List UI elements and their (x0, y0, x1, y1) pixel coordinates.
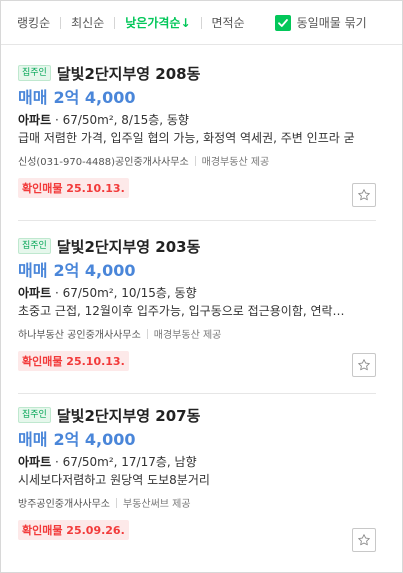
listing-spec: 아파트 · 67/50m², 8/15층, 동향 (18, 112, 376, 129)
listing-title[interactable]: 달빛2단지부영 203동 (57, 236, 201, 257)
agent-info: 방주공인중개사사무소 부동산써브 제공 (18, 495, 376, 510)
listing-price: 매매 2억 4,000 (18, 429, 376, 451)
divider (194, 155, 196, 166)
confirmed-badge: 확인매물 25.09.26. (18, 520, 129, 540)
agent-name: 하나부동산 공인중개사사무소 (18, 330, 141, 341)
agent-info: 하나부동산 공인중개사사무소 매경부동산 제공 (18, 326, 376, 341)
divider (200, 16, 202, 29)
property-type: 아파트 (18, 286, 52, 300)
deal-type: 매매 (18, 261, 48, 280)
listing-title[interactable]: 달빛2단지부영 208동 (57, 63, 201, 84)
owner-badge: 집주인 (18, 407, 51, 423)
spec-detail: · 67/50m², 8/15층, 동향 (51, 113, 189, 127)
price-value: 2억 4,000 (53, 88, 136, 107)
agent-name: 방주공인중개사사무소 (18, 499, 110, 510)
star-icon (358, 189, 370, 201)
group-same-listing-toggle[interactable]: 동일매물 묶기 (274, 14, 367, 31)
price-value: 2억 4,000 (53, 430, 136, 449)
star-icon (358, 534, 370, 546)
star-icon (358, 359, 370, 371)
listing-item[interactable]: 집주인 달빛2단지부영 208동 매매 2억 4,000 아파트 · 67/50m… (18, 63, 376, 221)
favorite-button[interactable] (352, 353, 376, 377)
spec-detail: · 67/50m², 17/17층, 남향 (51, 455, 197, 469)
owner-badge: 집주인 (18, 238, 51, 254)
spec-detail: · 67/50m², 10/15층, 동향 (51, 286, 197, 300)
confirmed-badge: 확인매물 25.10.13. (18, 178, 129, 198)
divider (146, 328, 148, 339)
toggle-label: 동일매물 묶기 (296, 16, 367, 30)
deal-type: 매매 (18, 88, 48, 107)
listing-spec: 아파트 · 67/50m², 17/17층, 남향 (18, 454, 376, 471)
favorite-button[interactable] (352, 528, 376, 552)
deal-type: 매매 (18, 430, 48, 449)
favorite-button[interactable] (352, 183, 376, 207)
agent-name: 신성(031-970-4488)공인중개사사무소 (18, 157, 189, 168)
sort-bar: 랭킹순 최신순 낮은가격순↓ 면적순 동일매물 묶기 (1, 1, 402, 45)
listing-price: 매매 2억 4,000 (18, 260, 376, 282)
listing-item[interactable]: 집주인 달빛2단지부영 207동 매매 2억 4,000 아파트 · 67/50m… (18, 405, 376, 563)
listing-spec: 아파트 · 67/50m², 10/15층, 동향 (18, 285, 376, 302)
divider (114, 16, 116, 29)
property-type: 아파트 (18, 455, 52, 469)
listing-description: 급매 저렴한 가격, 입주일 협의 가능, 화정역 역세권, 주변 인프라 굳 (18, 131, 355, 145)
listing-price: 매매 2억 4,000 (18, 87, 376, 109)
owner-badge: 집주인 (18, 65, 51, 81)
sort-latest[interactable]: 최신순 (71, 14, 104, 31)
listing-title[interactable]: 달빛2단지부영 207동 (57, 405, 201, 426)
divider (60, 16, 62, 29)
sort-area[interactable]: 면적순 (212, 14, 245, 31)
listing-description: 초중고 근접, 12월이후 입주가능, 입구동으로 접근용이함, 연락… (18, 304, 345, 318)
provider: 매경부동산 제공 (153, 330, 222, 341)
checkbox-checked-icon[interactable] (274, 14, 291, 31)
listing-description: 시세보다저렴하고 원당역 도보8분거리 (18, 473, 210, 487)
sort-ranking[interactable]: 랭킹순 (17, 14, 50, 31)
divider (116, 497, 117, 508)
agent-info: 신성(031-970-4488)공인중개사사무소 매경부동산 제공 (18, 153, 376, 168)
provider: 부동산써브 제공 (123, 499, 191, 510)
property-type: 아파트 (18, 113, 52, 127)
listing-item[interactable]: 집주인 달빛2단지부영 203동 매매 2억 4,000 아파트 · 67/50m… (18, 236, 376, 394)
sort-low-price[interactable]: 낮은가격순↓ (125, 14, 190, 31)
confirmed-badge: 확인매물 25.10.13. (18, 351, 129, 371)
price-value: 2억 4,000 (53, 261, 136, 280)
provider: 매경부동산 제공 (201, 157, 270, 168)
listing-panel: 랭킹순 최신순 낮은가격순↓ 면적순 동일매물 묶기 집주인 달빛2단지부영 2… (0, 0, 403, 573)
